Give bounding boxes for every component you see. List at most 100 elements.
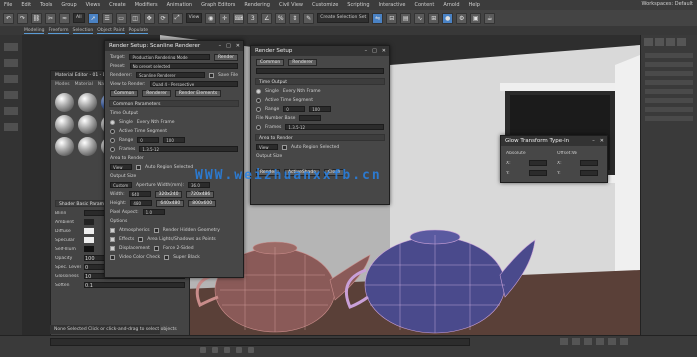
maximize-viewport-icon[interactable] <box>620 338 628 345</box>
zoom-icon[interactable] <box>560 338 568 345</box>
range-to-field[interactable]: 100 <box>309 106 332 112</box>
close-icon[interactable]: ✕ <box>236 43 240 49</box>
sample-slot[interactable] <box>55 115 74 134</box>
zoom-all-icon[interactable] <box>572 338 580 345</box>
render-setup-icon[interactable]: ⚙ <box>456 12 468 24</box>
bind-space-warp-icon[interactable]: ≈ <box>59 12 70 24</box>
target-dropdown[interactable] <box>256 68 384 74</box>
time-output-header[interactable]: Time Output <box>255 78 385 85</box>
self-illum-swatch[interactable] <box>84 246 94 252</box>
menu-customize[interactable]: Customize <box>312 2 338 8</box>
minimize-icon[interactable]: – <box>592 138 595 144</box>
curve-editor-icon[interactable]: ∿ <box>414 12 426 24</box>
modify-icon[interactable] <box>4 59 18 67</box>
menu-tools[interactable]: Tools <box>40 2 52 8</box>
rotate-icon[interactable]: ⟳ <box>157 12 169 24</box>
auto-region-checkbox[interactable] <box>282 144 287 150</box>
area-to-render-header[interactable]: Area to Render <box>255 134 385 141</box>
single-radio[interactable] <box>110 119 115 125</box>
off-y-field[interactable] <box>580 170 598 176</box>
menu-arnold[interactable]: Arnold <box>443 2 459 8</box>
scale-icon[interactable]: ⤢ <box>171 12 183 24</box>
orbit-icon[interactable] <box>596 338 604 345</box>
link-icon[interactable]: ⛓ <box>31 12 42 24</box>
pixel-aspect-field[interactable]: 1.0 <box>142 209 165 215</box>
video-color-check-checkbox[interactable] <box>110 254 115 260</box>
displacement-checkbox[interactable] <box>110 245 115 251</box>
tab-common[interactable]: Common <box>256 58 285 66</box>
active-time-radio[interactable] <box>110 128 115 134</box>
soften-field[interactable]: 0.1 <box>84 282 185 289</box>
area-lights-checkbox[interactable] <box>138 236 144 242</box>
range-radio[interactable] <box>256 106 261 112</box>
close-icon[interactable]: ✕ <box>600 138 604 144</box>
select-by-name-icon[interactable]: ☰ <box>101 12 113 24</box>
mated-menu-material[interactable]: Material <box>75 82 93 87</box>
material-editor-icon[interactable]: ● <box>442 12 454 24</box>
save-file-checkbox[interactable] <box>208 72 214 78</box>
force-2-sided-checkbox[interactable] <box>153 245 159 251</box>
frames-field[interactable]: 1,3,5-12 <box>139 146 238 152</box>
ribbon-tab-modeling[interactable]: Modeling <box>24 28 45 34</box>
menu-create[interactable]: Create <box>109 2 126 8</box>
hierarchy-tab-icon[interactable] <box>666 38 675 46</box>
panel-row[interactable] <box>645 53 693 58</box>
frames-field[interactable]: 1,3,5-12 <box>285 124 384 130</box>
rendered-frame-window-icon[interactable]: ▣ <box>470 12 482 24</box>
ribbon-tab-freeform[interactable]: Freeform <box>48 28 69 34</box>
ambient-swatch[interactable] <box>84 219 94 225</box>
select-manipulate-icon[interactable]: ✛ <box>219 12 231 24</box>
next-frame-icon[interactable] <box>236 347 242 353</box>
view-to-render-dropdown[interactable]: Quad 4 - Perspective <box>149 81 238 87</box>
rectangular-selection-icon[interactable]: ▭ <box>115 12 127 24</box>
go-to-start-icon[interactable] <box>200 347 206 353</box>
named-selection-dropdown[interactable]: Create Selection Set <box>317 13 370 23</box>
range-to-field[interactable]: 100 <box>163 137 186 143</box>
menu-edit[interactable]: Edit <box>21 2 31 8</box>
menu-graph-editors[interactable]: Graph Editors <box>201 2 235 8</box>
width-field[interactable]: 640 <box>128 191 151 197</box>
menu-help[interactable]: Help <box>469 2 480 8</box>
area-to-render-dropdown[interactable]: View <box>110 164 132 170</box>
menu-rendering[interactable]: Rendering <box>244 2 270 8</box>
render-hidden-checkbox[interactable] <box>153 227 159 233</box>
redo-icon[interactable]: ↷ <box>17 12 28 24</box>
ribbon-tab-selection[interactable]: Selection <box>72 28 94 34</box>
menu-scripting[interactable]: Scripting <box>347 2 369 8</box>
size-preset-button[interactable]: 640x480 <box>156 199 185 207</box>
effects-checkbox[interactable] <box>110 236 115 242</box>
minimize-icon[interactable]: – <box>219 43 222 49</box>
render-production-icon[interactable]: ☕ <box>484 12 496 24</box>
maximize-icon[interactable]: □ <box>226 43 231 49</box>
active-time-radio[interactable] <box>256 97 261 103</box>
size-preset-button[interactable]: 320x240 <box>154 190 183 198</box>
maximize-icon[interactable]: □ <box>372 48 377 54</box>
abs-x-field[interactable] <box>529 160 547 166</box>
panel-row[interactable] <box>645 116 693 121</box>
menu-civil-view[interactable]: Civil View <box>279 2 303 8</box>
go-to-end-icon[interactable] <box>248 347 254 353</box>
panel-row[interactable] <box>645 98 693 103</box>
schematic-view-icon[interactable]: ⊞ <box>428 12 440 24</box>
target-dropdown[interactable]: Production Rendering Mode <box>129 54 210 60</box>
single-radio[interactable] <box>256 88 261 94</box>
sample-slot[interactable] <box>78 115 97 134</box>
tab-renderer[interactable]: Renderer <box>142 89 171 97</box>
specular-swatch[interactable] <box>84 237 94 243</box>
move-icon[interactable]: ✥ <box>143 12 155 24</box>
preset-dropdown[interactable]: No preset selected <box>129 63 238 69</box>
sample-slot[interactable] <box>78 137 97 156</box>
workspace-selector[interactable]: Workspaces: Default <box>642 1 693 7</box>
menu-group[interactable]: Group <box>61 2 76 8</box>
panel-row[interactable] <box>645 71 693 76</box>
display-icon[interactable] <box>4 107 18 115</box>
select-object-icon[interactable]: ➚ <box>87 12 99 24</box>
utilities-icon[interactable] <box>4 123 18 131</box>
pan-icon[interactable] <box>608 338 616 345</box>
menu-views[interactable]: Views <box>86 2 100 8</box>
create-icon[interactable] <box>4 43 18 51</box>
tab-common[interactable]: Common <box>110 89 139 97</box>
create-tab-icon[interactable] <box>644 38 653 46</box>
time-slider[interactable] <box>50 338 470 346</box>
spinner-snap-icon[interactable]: ⇕ <box>289 12 301 24</box>
